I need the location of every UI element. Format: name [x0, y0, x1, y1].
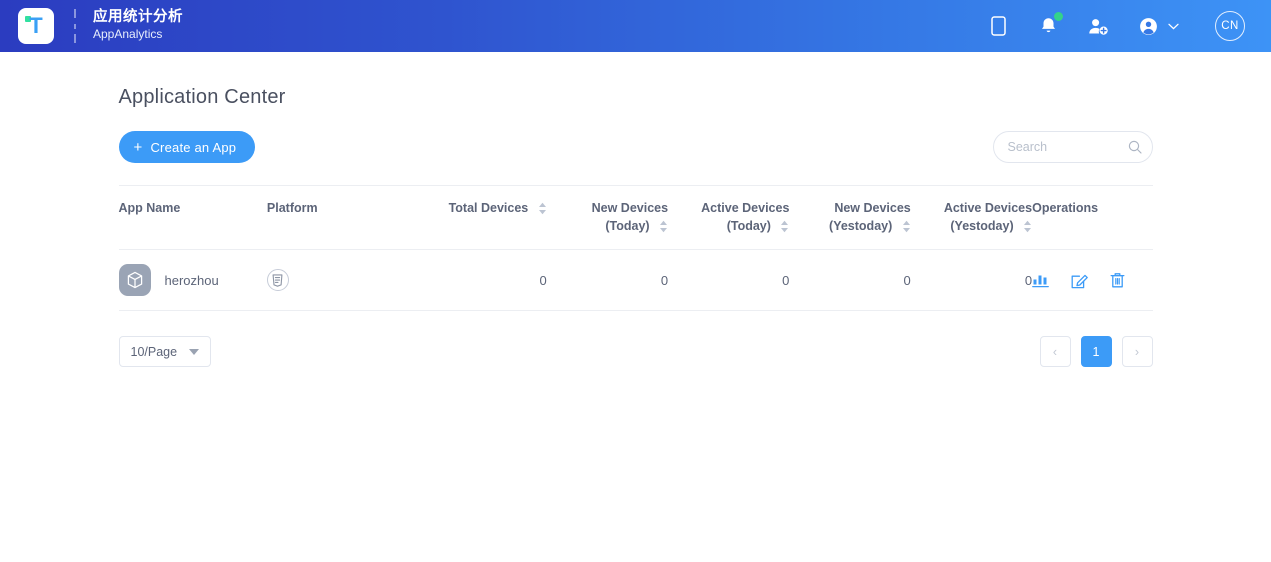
page-body: Application Center + Create an App Searc…	[0, 52, 1271, 368]
column-label: New Devices	[834, 201, 911, 215]
delete-icon[interactable]	[1110, 272, 1125, 289]
column-label: Active Devices	[701, 201, 790, 215]
cell-active-devices-today: 0	[668, 249, 790, 312]
column-sublabel: (Today)	[726, 219, 771, 234]
column-new-devices-today[interactable]: New Devices (Today)	[546, 184, 669, 251]
pagination-page-1[interactable]: 1	[1080, 336, 1112, 368]
app-logo[interactable]: T	[18, 8, 54, 44]
column-active-devices-today[interactable]: Active Devices (Today)	[668, 184, 790, 251]
column-operations: Operations	[1032, 184, 1153, 251]
cell-new-devices-yesterday: 0	[789, 249, 911, 312]
page-title: Application Center	[118, 86, 286, 108]
column-label: Platform	[266, 201, 318, 215]
app-header: T 应用统计分析 AppAnalytics CN	[0, 0, 1271, 52]
create-app-button[interactable]: + Create an App	[118, 131, 256, 163]
column-sublabel: (Yestoday)	[829, 219, 893, 234]
cell-operations	[1032, 249, 1153, 312]
column-label: Operations	[1032, 201, 1099, 215]
column-platform: Platform	[266, 184, 426, 251]
package-box-icon	[118, 264, 151, 297]
cell-new-devices-today: 0	[546, 249, 669, 312]
column-label: App Name	[118, 201, 181, 215]
mobile-device-icon[interactable]	[985, 13, 1011, 39]
sort-toggle-icon[interactable]	[659, 220, 668, 233]
toolbar: + Create an App	[118, 131, 1153, 163]
user-account-icon	[1135, 13, 1161, 39]
avatar[interactable]: CN	[1215, 11, 1245, 41]
column-app-name: App Name	[118, 184, 267, 251]
page-size-label: 10/Page	[130, 344, 178, 359]
column-label: Total Devices	[448, 201, 529, 215]
table-body: herozhou 0 0 0 0 0	[118, 249, 1153, 312]
search-box	[992, 131, 1153, 163]
pagination-prev[interactable]: ‹	[1039, 336, 1071, 368]
column-total-devices[interactable]: Total Devices	[425, 184, 547, 251]
search-icon[interactable]	[1128, 140, 1142, 154]
edit-icon[interactable]	[1071, 272, 1088, 289]
sort-toggle-icon[interactable]	[902, 220, 911, 233]
column-active-devices-yesterday[interactable]: Active Devices (Yestoday)	[910, 184, 1033, 251]
logo-letter: T	[29, 13, 43, 38]
table-footer: 10/Page ‹ 1 ›	[118, 336, 1153, 368]
table-header-row: App Name Platform Total Devices New Devi…	[118, 184, 1153, 251]
cell-app-name: herozhou	[118, 249, 267, 312]
add-user-icon[interactable]	[1085, 13, 1111, 39]
sort-toggle-icon[interactable]	[780, 220, 789, 233]
brand-title-en: AppAnalytics	[93, 27, 163, 42]
app-name-label: herozhou	[164, 272, 219, 288]
column-new-devices-yesterday[interactable]: New Devices (Yestoday)	[789, 184, 911, 251]
pagination-next[interactable]: ›	[1121, 336, 1153, 368]
chevron-down-icon	[189, 348, 200, 355]
brand-block: 应用统计分析 AppAnalytics	[93, 9, 183, 42]
notification-badge	[1054, 12, 1063, 21]
create-app-label: Create an App	[150, 139, 237, 155]
column-label: Active Devices	[943, 201, 1033, 215]
header-divider	[74, 9, 76, 43]
chevron-down-icon	[1168, 17, 1179, 35]
cell-total-devices: 0	[425, 249, 547, 312]
brand-title-cn: 应用统计分析	[93, 9, 183, 26]
account-menu[interactable]	[1135, 13, 1179, 39]
header-actions: CN	[985, 11, 1245, 41]
bell-icon[interactable]	[1035, 12, 1063, 39]
sort-toggle-icon[interactable]	[538, 202, 547, 215]
apps-table: App Name Platform Total Devices New Devi…	[118, 184, 1153, 312]
pagination: ‹ 1 ›	[1039, 336, 1153, 368]
cell-active-devices-yesterday: 0	[910, 249, 1033, 312]
cell-platform	[266, 249, 426, 312]
plus-icon: +	[133, 138, 143, 156]
page-size-select[interactable]: 10/Page	[118, 336, 212, 368]
table-header: App Name Platform Total Devices New Devi…	[118, 184, 1153, 251]
statistics-icon[interactable]	[1032, 272, 1049, 288]
table-row[interactable]: herozhou 0 0 0 0 0	[118, 249, 1153, 312]
column-label: New Devices	[591, 201, 669, 215]
html5-platform-icon	[266, 269, 289, 292]
sort-toggle-icon[interactable]	[1023, 220, 1032, 233]
content-container: Application Center + Create an App Searc…	[118, 52, 1153, 368]
column-sublabel: (Today)	[605, 219, 650, 234]
column-sublabel: (Yestoday)	[950, 219, 1014, 234]
